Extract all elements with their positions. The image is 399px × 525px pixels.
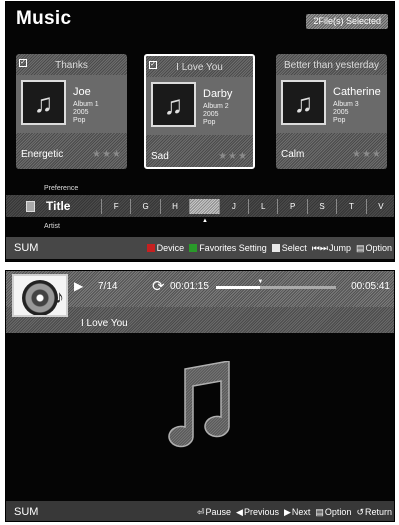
rating-stars-icon: ★★★ bbox=[218, 151, 248, 162]
jump-button[interactable]: ⏮⏭Jump bbox=[312, 243, 351, 254]
card-album: Album 1 bbox=[73, 101, 99, 108]
card-song-title: I Love You bbox=[176, 62, 223, 73]
album-art-cd-icon: ♪ bbox=[12, 274, 68, 317]
music-note-icon: ♫ bbox=[281, 80, 326, 125]
return-button[interactable]: ↺Return bbox=[356, 507, 392, 518]
card-genre: Pop bbox=[73, 117, 86, 124]
card-genre: Pop bbox=[203, 119, 216, 126]
card-genre: Pop bbox=[333, 117, 346, 124]
elapsed-time: 00:01:15 bbox=[170, 281, 209, 292]
footer-bar: SUM ⏎Pause ◀Previous ▶Next ▤Option ↺Retu… bbox=[6, 501, 394, 521]
card-artist: Joe bbox=[73, 86, 91, 98]
pause-button[interactable]: ⏎Pause bbox=[197, 507, 231, 518]
page-title: Music bbox=[16, 8, 72, 29]
alphabet-jump-bar: FGH JLPSTV bbox=[101, 199, 394, 214]
sort-mode-label[interactable]: Title bbox=[46, 199, 70, 213]
footer-keys: ⏎Pause ◀Previous ▶Next ▤Option ↺Return bbox=[197, 507, 392, 518]
rating-stars-icon: ★★★ bbox=[92, 149, 122, 160]
footer-keys: Device Favorites Setting Select ⏮⏭Jump ▤… bbox=[146, 243, 392, 254]
music-player-screen: ▶ 7/14 ⟳ 00:01:15 ▼ 00:05:41 I Love You … bbox=[5, 270, 395, 522]
letter-item[interactable]: P bbox=[277, 199, 306, 214]
selected-count-badge: 2File(s) Selected bbox=[306, 14, 388, 29]
current-letter-caret-icon: ▲ bbox=[202, 218, 208, 224]
play-icon: ▶ bbox=[74, 279, 84, 293]
track-position: 7/14 bbox=[98, 281, 118, 292]
letter-item[interactable]: V bbox=[365, 199, 394, 214]
music-card[interactable]: ✓ Thanks ♫ Joe Album 1 2005 Pop Energeti… bbox=[16, 54, 127, 169]
music-note-icon: ♫ bbox=[21, 80, 66, 125]
card-song-title: Better than yesterday bbox=[283, 60, 380, 71]
previous-icon: ◀ bbox=[236, 506, 243, 517]
card-album: Album 2 bbox=[203, 103, 229, 110]
music-note-icon: ♫ bbox=[151, 82, 196, 127]
option-button[interactable]: ▤Option bbox=[315, 507, 351, 518]
sort-bar: Title FGH JLPSTV bbox=[6, 195, 394, 217]
select-button[interactable]: Select bbox=[271, 243, 307, 253]
card-year: 2005 bbox=[333, 109, 349, 116]
progress-bar[interactable]: ▼ bbox=[216, 279, 336, 289]
card-mood: Calm bbox=[281, 149, 305, 160]
sort-option-below[interactable]: Artist bbox=[44, 223, 60, 230]
previous-button[interactable]: ◀Previous bbox=[236, 507, 279, 518]
letter-item[interactable]: F bbox=[101, 199, 130, 214]
progress-marker-icon: ▼ bbox=[257, 279, 264, 285]
letter-item[interactable]: H bbox=[159, 199, 189, 214]
card-song-title: Thanks bbox=[55, 60, 88, 71]
repeat-icon: ⟳ bbox=[152, 278, 165, 295]
card-meta: Album 1 2005 Pop bbox=[73, 101, 99, 125]
music-note-icon bbox=[168, 361, 230, 448]
skip-buttons-icon: ⏮⏭ bbox=[311, 242, 328, 253]
sum-label: SUM bbox=[14, 506, 39, 518]
rating-stars-icon: ★★★ bbox=[352, 149, 382, 160]
card-album: Album 3 bbox=[333, 101, 359, 108]
music-card-selected[interactable]: ✓ I Love You ♫ Darby Album 2 2005 Pop Sa… bbox=[144, 54, 255, 169]
letter-item[interactable]: L bbox=[248, 199, 277, 214]
letter-item[interactable]: T bbox=[336, 199, 365, 214]
favorites-setting-button[interactable]: Favorites Setting bbox=[189, 243, 267, 253]
card-mood: Energetic bbox=[21, 149, 64, 160]
music-browser-screen: Music 2File(s) Selected ✓ Thanks ♫ Joe A… bbox=[5, 1, 395, 262]
card-artist: Catherine bbox=[333, 86, 381, 98]
device-button[interactable]: Device bbox=[146, 243, 184, 253]
yellow-button-icon bbox=[271, 244, 280, 252]
tools-icon: ▤ bbox=[355, 242, 365, 253]
letter-item[interactable]: J bbox=[218, 199, 248, 214]
red-button-icon bbox=[146, 244, 155, 252]
next-button[interactable]: ▶Next bbox=[284, 507, 310, 518]
music-card[interactable]: Better than yesterday ♫ Catherine Album … bbox=[276, 54, 387, 169]
total-time: 00:05:41 bbox=[351, 281, 390, 292]
tools-icon: ▤ bbox=[315, 506, 324, 517]
letter-item[interactable]: G bbox=[130, 199, 159, 214]
letter-current[interactable] bbox=[189, 199, 219, 214]
return-icon: ↺ bbox=[356, 506, 364, 517]
card-year: 2005 bbox=[73, 109, 89, 116]
card-meta: Album 3 2005 Pop bbox=[333, 101, 359, 125]
option-button[interactable]: ▤Option bbox=[356, 243, 392, 254]
letter-item[interactable]: S bbox=[306, 199, 336, 214]
progress-fill bbox=[216, 286, 261, 289]
pause-icon: ⏎ bbox=[196, 506, 205, 517]
footer-bar: SUM Device Favorites Setting Select ⏮⏭Ju… bbox=[6, 237, 394, 259]
next-icon: ▶ bbox=[283, 506, 291, 517]
now-playing-title: I Love You bbox=[81, 318, 128, 329]
sum-label: SUM bbox=[14, 242, 39, 254]
sort-option-above[interactable]: Preference bbox=[44, 185, 78, 192]
card-mood: Sad bbox=[151, 151, 169, 162]
card-meta: Album 2 2005 Pop bbox=[203, 103, 229, 127]
sort-list-icon bbox=[26, 201, 35, 212]
green-button-icon bbox=[189, 244, 198, 252]
card-artist: Darby bbox=[203, 88, 233, 100]
card-year: 2005 bbox=[203, 111, 219, 118]
